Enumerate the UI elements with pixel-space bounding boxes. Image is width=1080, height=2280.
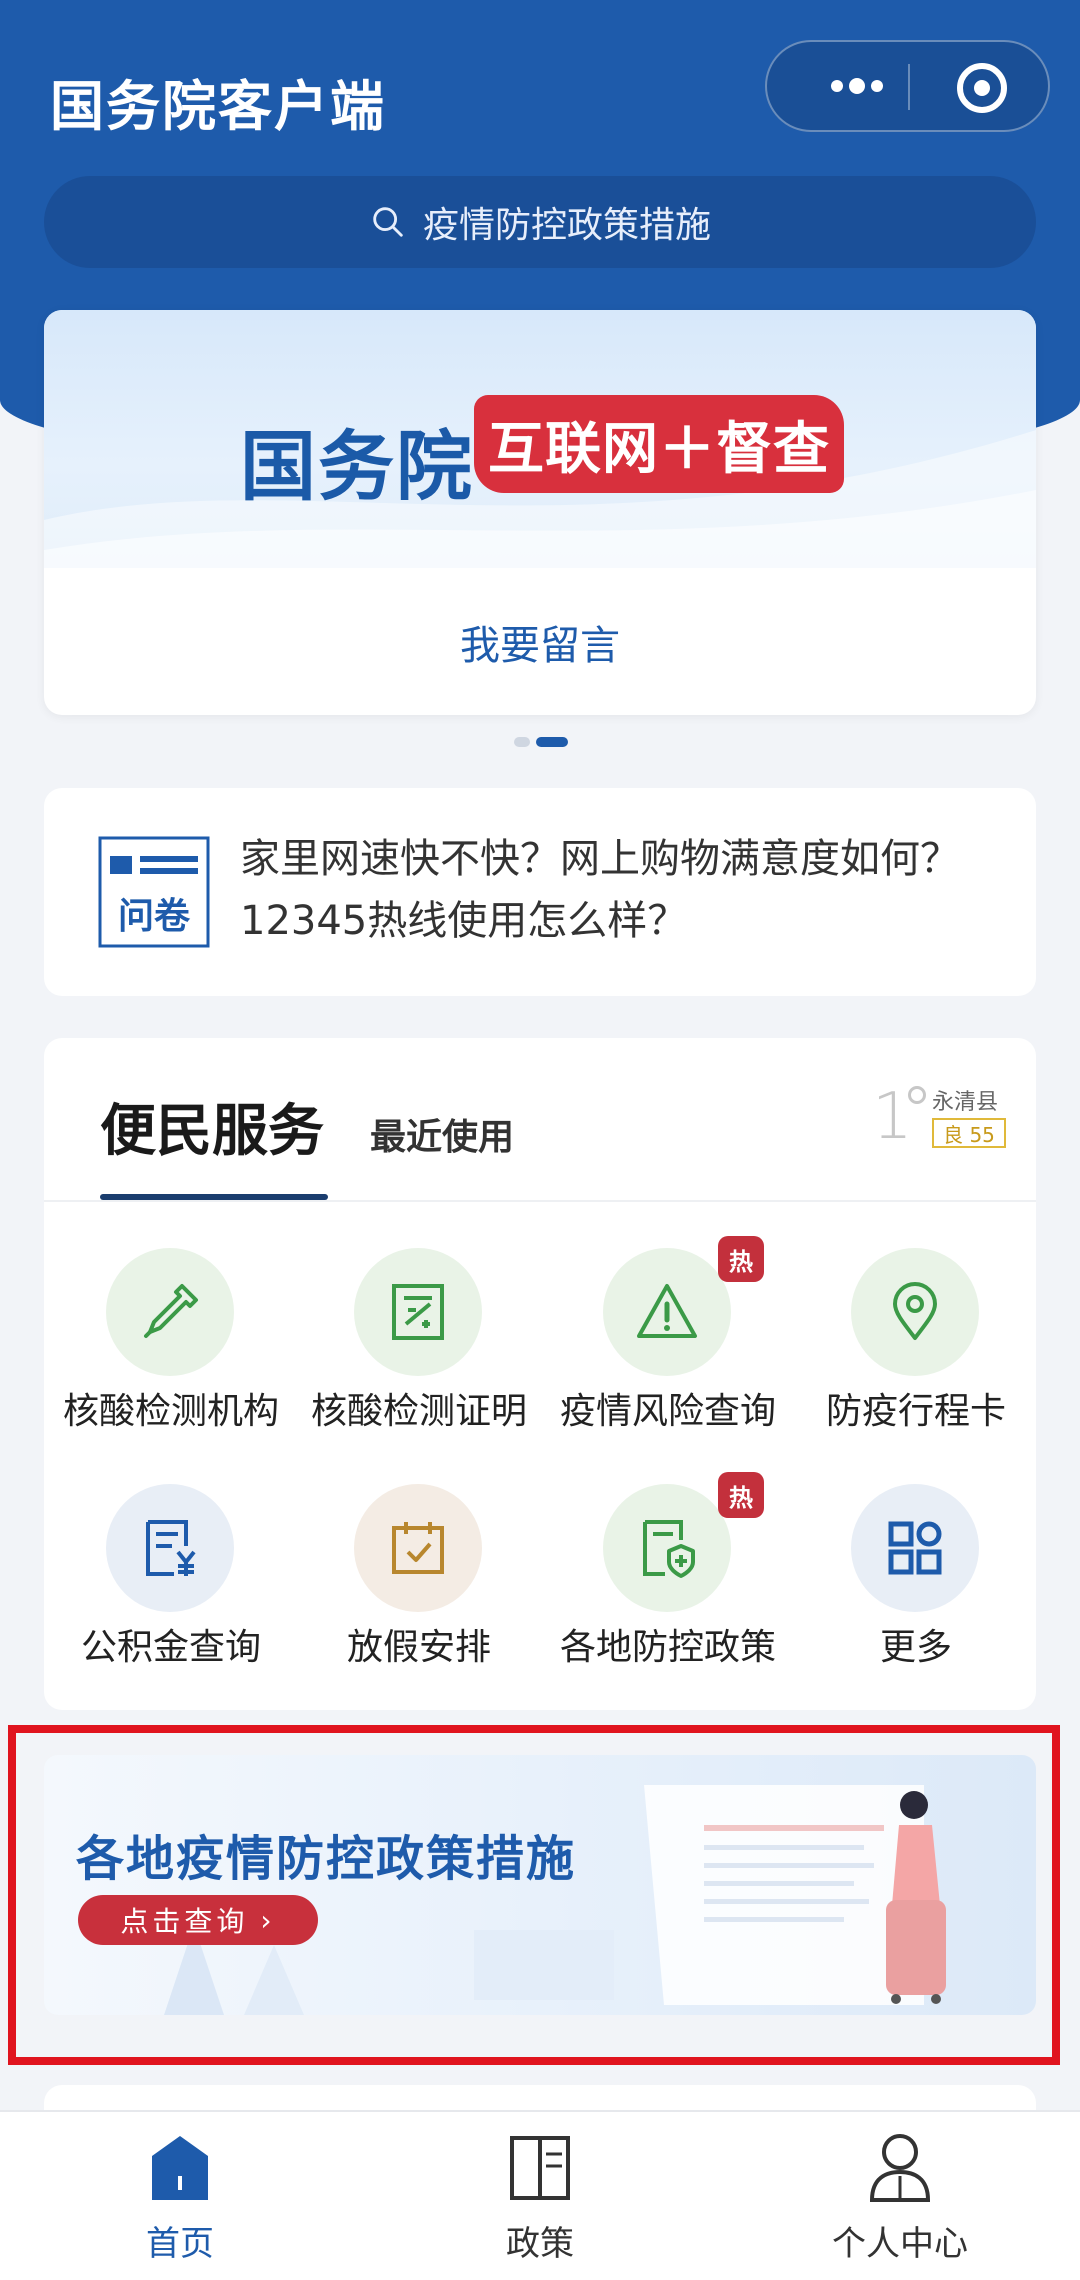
search-placeholder: 疫情防控政策措施	[422, 205, 711, 246]
calendar-check-icon	[392, 1522, 444, 1574]
tab-profile[interactable]: 个人中心	[780, 2132, 1020, 2272]
banner-brand: 国务院	[240, 422, 474, 511]
highlight-frame	[8, 1725, 1060, 2065]
service-label: 疫情风险查询	[559, 1391, 776, 1432]
banner-carousel[interactable]: 国务院 互联网＋督查 我要留言	[44, 310, 1036, 715]
questionnaire-icon-label: 问卷	[118, 896, 191, 937]
service-label: 各地防控政策	[559, 1627, 776, 1668]
hot-badge: 热	[718, 1236, 764, 1282]
grid-more-icon	[888, 1521, 942, 1575]
survey-text: 家里网速快不快？网上购物满意度如何？12345热线使用怎么样？	[240, 836, 960, 944]
home-icon	[152, 2136, 208, 2200]
service-label: 核酸检测证明	[310, 1391, 527, 1432]
carousel-dot-active	[536, 737, 568, 747]
hot-badge: 热	[718, 1472, 764, 1518]
capsule-divider	[908, 64, 910, 110]
search-bar[interactable]: 疫情防控政策措施	[44, 176, 1036, 268]
tab-recently-used[interactable]: 最近使用	[370, 1108, 514, 1160]
search-icon	[373, 207, 403, 237]
weather-location: 永清县	[932, 1090, 999, 1115]
service-item-nucleic-test-certificate[interactable]: 核酸检测证明	[294, 1248, 544, 1448]
service-label: 公积金查询	[80, 1627, 261, 1668]
banner-tag: 互联网＋督查	[474, 395, 844, 493]
close-target-icon[interactable]	[952, 58, 1012, 118]
questionnaire-icon: 问卷	[98, 836, 210, 948]
service-item-holiday-schedule[interactable]: 放假安排	[294, 1484, 544, 1684]
convenience-services-card: 便民服务 最近使用 1 永清县 良 55 核酸检测机构 核酸检测证明 热 疫情风…	[44, 1038, 1036, 1710]
degree-icon	[908, 1086, 926, 1104]
more-options-icon[interactable]	[807, 66, 907, 106]
weather-widget[interactable]: 1 永清县 良 55	[872, 1080, 1032, 1160]
service-item-local-policies[interactable]: 热 各地防控政策	[543, 1472, 793, 1684]
service-item-epidemic-risk-query[interactable]: 热 疫情风险查询	[543, 1236, 793, 1448]
certificate-icon	[392, 1284, 444, 1340]
leave-message-link[interactable]: 我要留言	[44, 568, 1036, 715]
service-item-nucleic-test-sites[interactable]: 核酸检测机构	[46, 1248, 296, 1448]
tab-policy[interactable]: 政策	[420, 2132, 660, 2272]
service-item-travel-card[interactable]: 防疫行程卡	[791, 1248, 1036, 1448]
location-pin-icon	[893, 1282, 937, 1340]
tab-home[interactable]: 首页	[60, 2132, 300, 2272]
tab-policy-label: 政策	[506, 2224, 574, 2264]
carousel-dot	[514, 737, 530, 747]
shield-document-icon	[643, 1520, 695, 1578]
survey-card[interactable]: 问卷 家里网速快不快？网上购物满意度如何？12345热线使用怎么样？	[44, 788, 1036, 996]
service-label: 放假安排	[346, 1627, 491, 1668]
service-label: 核酸检测机构	[62, 1391, 279, 1432]
dropper-icon	[144, 1284, 198, 1338]
bottom-tab-bar: 首页 政策 个人中心	[0, 2110, 1080, 2280]
air-quality-badge: 良 55	[932, 1118, 1006, 1148]
tab-divider	[44, 1200, 1036, 1202]
fund-bill-icon	[146, 1520, 196, 1576]
weather-temperature: 1	[872, 1080, 913, 1154]
service-label: 防疫行程卡	[825, 1391, 1006, 1432]
user-icon	[869, 2134, 931, 2202]
tab-home-label: 首页	[146, 2224, 214, 2264]
banner-image: 国务院 互联网＋督查	[44, 310, 1036, 568]
carousel-indicator	[514, 737, 574, 747]
book-icon	[510, 2136, 570, 2200]
service-item-more[interactable]: 更多	[791, 1484, 1036, 1684]
service-label: 更多	[879, 1627, 952, 1668]
warning-icon	[637, 1284, 697, 1338]
app-title: 国务院客户端	[50, 75, 386, 138]
service-item-housing-fund[interactable]: 公积金查询	[46, 1484, 296, 1684]
tab-profile-label: 个人中心	[832, 2224, 968, 2264]
miniprogram-capsule	[765, 40, 1050, 132]
tab-convenience-services[interactable]: 便民服务	[100, 1086, 324, 1167]
